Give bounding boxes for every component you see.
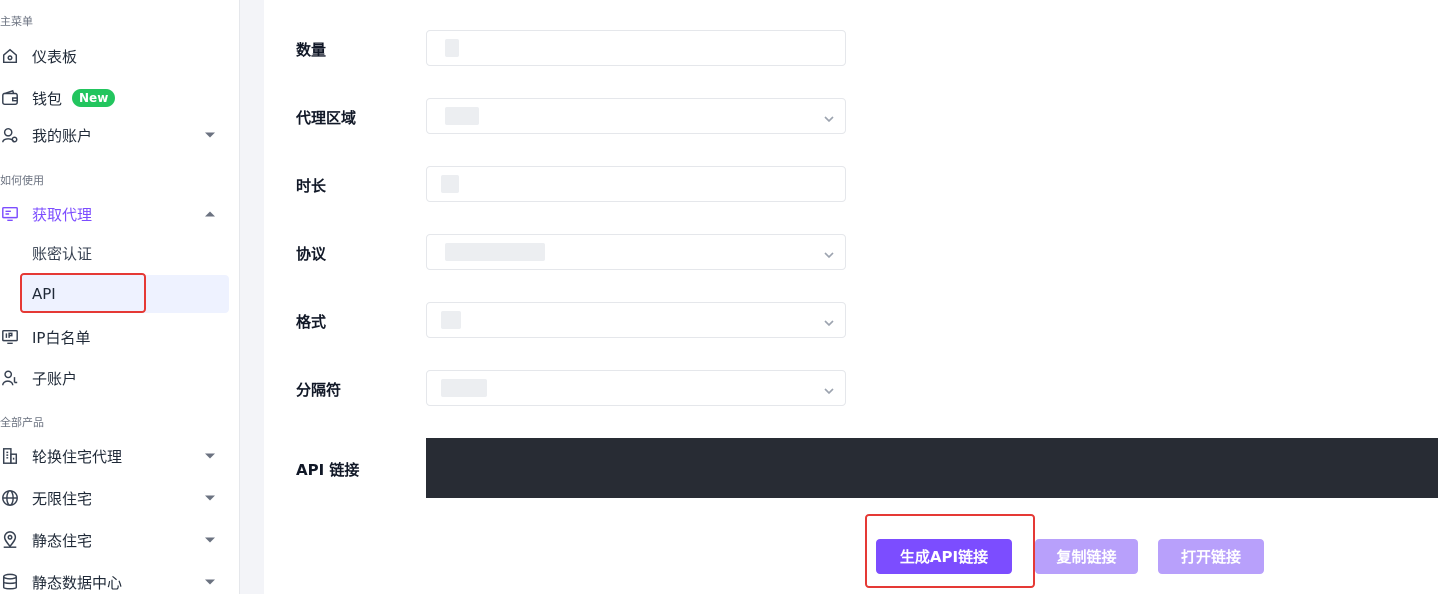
sidebar-item-label: API: [32, 285, 56, 303]
content-gutter: [240, 0, 264, 594]
sub-user-icon: [0, 368, 20, 388]
sidebar: 主菜单 仪表板 钱包 New 我的账户 如何使用 获取代理 账密认证 API I…: [0, 0, 240, 594]
section-title-all-products: 全部产品: [0, 416, 44, 429]
sidebar-subitem-account-auth[interactable]: 账密认证: [20, 234, 229, 272]
sidebar-item-rotating-residential[interactable]: 轮换住宅代理: [0, 437, 229, 475]
duration-label: 时长: [296, 177, 327, 195]
sidebar-item-label: 静态住宅: [32, 531, 93, 550]
chevron-down-icon: [205, 495, 215, 501]
sidebar-item-label: 仪表板: [32, 47, 78, 66]
redacted-value: [441, 379, 487, 397]
region-label: 代理区域: [296, 109, 357, 127]
section-title-how-to-use: 如何使用: [0, 174, 44, 187]
redacted-value: [445, 243, 545, 261]
chevron-down-icon: [823, 246, 835, 259]
separator-label: 分隔符: [296, 381, 342, 399]
sidebar-item-label: 轮换住宅代理: [32, 447, 123, 466]
sidebar-item-label: 我的账户: [32, 126, 93, 145]
location-icon: [0, 530, 20, 550]
separator-select[interactable]: [426, 370, 846, 406]
sidebar-item-label: 无限住宅: [32, 489, 93, 508]
redacted-value: [445, 39, 459, 57]
wallet-icon: [0, 88, 20, 108]
sidebar-item-static-datacenter[interactable]: 静态数据中心: [0, 563, 229, 601]
sidebar-item-my-account[interactable]: 我的账户: [0, 116, 229, 154]
sidebar-item-wallet[interactable]: 钱包 New: [0, 79, 229, 117]
sidebar-item-label: 钱包: [32, 89, 63, 108]
sidebar-item-ip-whitelist[interactable]: IP白名单: [0, 318, 229, 356]
sidebar-item-label: 获取代理: [32, 205, 93, 224]
sidebar-item-unlimited-residential[interactable]: 无限住宅: [0, 479, 229, 517]
redacted-value: [445, 107, 479, 125]
chevron-up-icon: [205, 211, 215, 217]
protocol-select[interactable]: [426, 234, 846, 270]
quantity-input[interactable]: [426, 30, 846, 66]
chevron-down-icon: [205, 132, 215, 138]
open-link-button[interactable]: 打开链接: [1158, 539, 1264, 574]
sidebar-item-label: 子账户: [32, 369, 78, 388]
api-link-output[interactable]: [426, 438, 1438, 498]
globe-icon: [0, 488, 20, 508]
sidebar-item-static-residential[interactable]: 静态住宅: [0, 521, 229, 559]
quantity-label: 数量: [296, 41, 327, 59]
user-icon: [0, 125, 20, 145]
ip-icon: [0, 327, 20, 347]
redacted-value: [441, 311, 461, 329]
redacted-value: [441, 175, 459, 193]
generate-api-link-button[interactable]: 生成API链接: [876, 539, 1012, 574]
chevron-down-icon: [823, 382, 835, 395]
chevron-down-icon: [205, 579, 215, 585]
section-title-main-menu: 主菜单: [0, 15, 33, 28]
new-badge: New: [72, 89, 116, 107]
format-label: 格式: [296, 313, 327, 331]
format-select[interactable]: [426, 302, 846, 338]
chevron-down-icon: [823, 110, 835, 123]
duration-input[interactable]: [426, 166, 846, 202]
sidebar-item-label: 静态数据中心: [32, 573, 123, 592]
chevron-down-icon: [823, 314, 835, 327]
region-select[interactable]: [426, 98, 846, 134]
home-icon: [0, 46, 20, 66]
protocol-label: 协议: [296, 245, 327, 263]
api-link-label: API 链接: [296, 461, 360, 479]
database-icon: [0, 572, 20, 592]
sidebar-item-label: IP白名单: [32, 328, 91, 347]
chevron-down-icon: [205, 453, 215, 459]
copy-link-button[interactable]: 复制链接: [1035, 539, 1138, 574]
sidebar-subitem-api[interactable]: API: [20, 275, 229, 313]
chevron-down-icon: [205, 537, 215, 543]
building-icon: [0, 446, 20, 466]
sidebar-item-sub-account[interactable]: 子账户: [0, 359, 229, 397]
sidebar-item-label: 账密认证: [32, 244, 93, 263]
monitor-icon: [0, 204, 20, 224]
sidebar-item-dashboard[interactable]: 仪表板: [0, 37, 229, 75]
sidebar-item-get-proxy[interactable]: 获取代理: [0, 195, 229, 233]
